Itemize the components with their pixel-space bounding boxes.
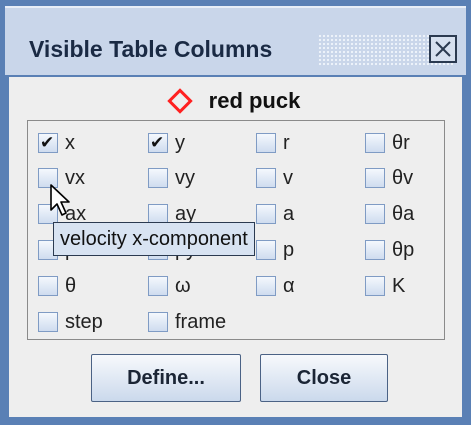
checkbox-label: θv [392, 166, 414, 189]
define-button[interactable]: Define... [91, 354, 241, 402]
checkbox-label: vy [175, 166, 195, 189]
checkmark-icon: ✔ [40, 133, 55, 153]
dialog-content: red puck ✔x✔yrθrvxvyvθvaxayaθapxpypθpθωα… [9, 77, 462, 417]
column-checkbox-frame[interactable]: frame [148, 309, 226, 335]
column-checkbox-p[interactable]: θp [365, 237, 414, 263]
checkbox-box[interactable] [38, 312, 58, 332]
checkbox-box[interactable] [256, 240, 276, 260]
checkbox-box[interactable]: ✔ [148, 133, 168, 153]
checkbox-box[interactable] [365, 133, 385, 153]
checkbox-label: frame [175, 310, 227, 333]
checkbox-label: θr [392, 131, 410, 154]
checkmark-icon: ✔ [150, 133, 165, 153]
column-checkbox-v[interactable]: v [256, 165, 293, 191]
column-checkbox-r[interactable]: θr [365, 130, 410, 156]
column-checkbox-vy[interactable]: vy [148, 165, 195, 191]
checkbox-box[interactable] [256, 168, 276, 188]
window-title: Visible Table Columns [29, 36, 273, 62]
checkbox-box[interactable] [148, 276, 168, 296]
column-checkbox-K[interactable]: K [365, 273, 405, 299]
column-checkbox-r[interactable]: r [256, 130, 290, 156]
column-checkbox-p[interactable]: p [256, 237, 294, 263]
checkbox-box[interactable] [365, 204, 385, 224]
close-x-icon [435, 41, 451, 57]
checkbox-label: v [283, 166, 293, 189]
column-checkbox-x[interactable]: ✔ x [38, 130, 75, 156]
checkbox-label: θp [392, 238, 415, 261]
tooltip: velocity x-component [53, 222, 255, 256]
checkbox-box[interactable] [38, 276, 58, 296]
track-heading: red puck [9, 83, 462, 119]
column-checkbox-step[interactable]: step [38, 309, 103, 335]
checkbox-label: step [65, 310, 103, 333]
checkbox-label: θa [392, 202, 415, 225]
tooltip-text: velocity x-component [60, 227, 248, 250]
column-checkbox-col18[interactable]: α [256, 273, 295, 299]
close-button[interactable]: Close [260, 354, 388, 402]
checkbox-label: x [65, 131, 75, 154]
checkbox-label: p [283, 238, 295, 261]
checkbox-label: r [283, 131, 290, 154]
column-checkbox-col16[interactable]: θ [38, 273, 76, 299]
checkbox-box[interactable] [148, 168, 168, 188]
checkbox-label: α [283, 274, 295, 297]
checkbox-box[interactable] [256, 133, 276, 153]
column-checkbox-col17[interactable]: ω [148, 273, 191, 299]
checkbox-label: θ [65, 274, 77, 297]
checkbox-box[interactable] [148, 312, 168, 332]
column-checkbox-a[interactable]: θa [365, 201, 414, 227]
column-checkbox-y[interactable]: ✔ y [148, 130, 185, 156]
mouse-pointer-icon [50, 184, 70, 216]
dialog-window: Visible Table Columns red puck ✔ x ✔ y r θr vx… [0, 0, 471, 425]
checkbox-label: ω [175, 274, 191, 297]
column-checkbox-v[interactable]: θv [365, 165, 413, 191]
checkbox-box[interactable] [256, 204, 276, 224]
diamond-icon [166, 88, 193, 114]
column-checkbox-a[interactable]: a [256, 201, 294, 227]
checkbox-box[interactable] [365, 168, 385, 188]
checkbox-box[interactable] [148, 204, 168, 224]
window-close-button[interactable] [429, 35, 457, 63]
checkbox-box[interactable] [365, 276, 385, 296]
checkbox-box[interactable]: ✔ [38, 133, 58, 153]
checkbox-label: a [283, 202, 295, 225]
checkbox-box[interactable] [256, 276, 276, 296]
checkbox-label: y [175, 131, 185, 154]
checkbox-label: K [392, 274, 406, 297]
title-bar[interactable]: Visible Table Columns [5, 6, 466, 75]
checkbox-box[interactable] [365, 240, 385, 260]
track-name: red puck [208, 88, 301, 113]
